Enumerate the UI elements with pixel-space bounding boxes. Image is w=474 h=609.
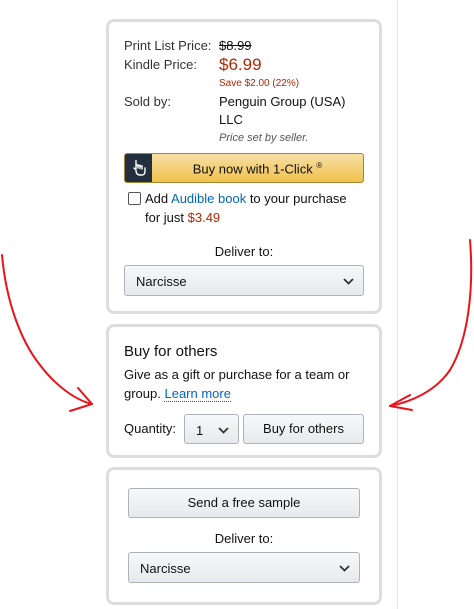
left-arrow-annotation <box>1 254 93 412</box>
annotation-overlay <box>1 239 473 412</box>
right-arrow-annotation <box>389 239 473 411</box>
